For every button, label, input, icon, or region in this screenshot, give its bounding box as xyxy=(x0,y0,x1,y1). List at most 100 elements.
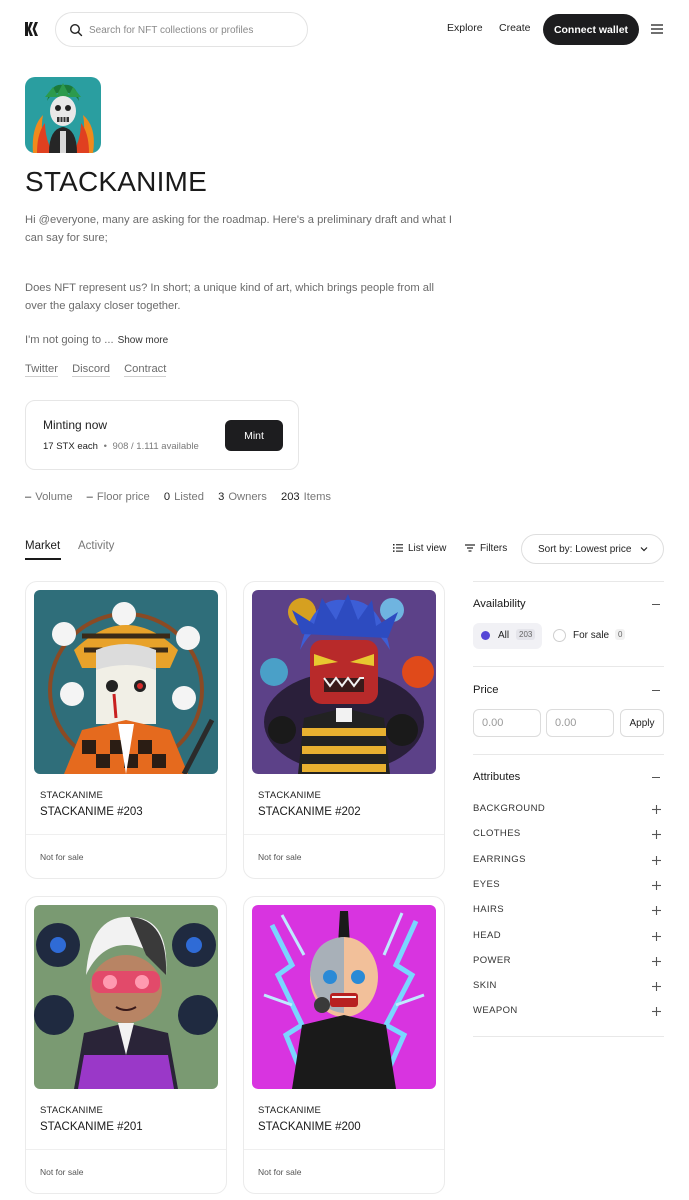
attribute-filter-row[interactable]: HAIRS xyxy=(473,904,664,918)
price-min-input[interactable] xyxy=(473,709,541,737)
availability-for-sale-option[interactable]: For sale 0 xyxy=(553,623,633,649)
connect-wallet-button[interactable]: Connect wallet xyxy=(543,14,639,45)
card-divider xyxy=(244,1149,444,1150)
filter-divider xyxy=(473,754,664,755)
collection-stats: – Volume – Floor price 0 Listed 3 Owners 203… xyxy=(25,491,342,503)
nft-sale-status: Not for sale xyxy=(258,852,302,862)
active-tab-indicator xyxy=(25,558,61,560)
attribute-label: CLOTHES xyxy=(473,828,521,840)
nft-name: STACKANIME #203 xyxy=(40,806,143,818)
top-bar: Explore Create Connect wallet xyxy=(0,0,689,60)
twitter-link[interactable]: Twitter xyxy=(25,363,58,377)
availability-for-sale-label: For sale xyxy=(573,630,610,641)
plus-icon[interactable] xyxy=(652,855,661,865)
minus-icon[interactable] xyxy=(652,690,660,691)
nft-card[interactable]: STACKANIME STACKANIME #200 Not for sale xyxy=(243,896,445,1194)
filter-divider xyxy=(473,581,664,582)
attribute-filter-row[interactable]: POWER xyxy=(473,955,664,969)
stat-floor-price: – Floor price xyxy=(86,491,150,503)
plus-icon[interactable] xyxy=(652,1007,661,1017)
nft-card[interactable]: STACKANIME STACKANIME #203 Not for sale xyxy=(25,581,227,879)
attribute-filter-row[interactable]: EYES xyxy=(473,879,664,893)
attribute-label: SKIN xyxy=(473,980,497,992)
nft-name: STACKANIME #201 xyxy=(40,1121,143,1133)
tab-market[interactable]: Market xyxy=(25,540,60,552)
price-apply-button[interactable]: Apply xyxy=(620,709,664,737)
plus-icon[interactable] xyxy=(652,880,661,890)
nft-collection-name: STACKANIME xyxy=(258,790,322,801)
nft-image xyxy=(34,590,218,774)
attribute-filter-row[interactable]: HEAD xyxy=(473,930,664,944)
logo-icon[interactable] xyxy=(24,21,40,37)
availability-for-sale-count: 0 xyxy=(615,629,626,640)
filters-button[interactable]: Filters xyxy=(465,543,507,554)
mint-title: Minting now xyxy=(43,418,108,432)
attribute-label: EARRINGS xyxy=(473,853,526,865)
nft-image xyxy=(252,590,436,774)
card-divider xyxy=(26,1149,226,1150)
mint-button[interactable]: Mint xyxy=(225,420,283,451)
attribute-filter-row[interactable]: WEAPON xyxy=(473,1005,664,1019)
attribute-label: POWER xyxy=(473,954,511,966)
collection-avatar xyxy=(25,77,101,153)
radio-unselected-icon xyxy=(553,629,566,642)
search-input[interactable] xyxy=(89,21,299,39)
nft-name: STACKANIME #200 xyxy=(258,1121,361,1133)
contract-link[interactable]: Contract xyxy=(124,363,167,377)
search-bar[interactable] xyxy=(55,12,308,47)
list-view-button[interactable]: List view xyxy=(393,543,446,554)
attribute-label: BACKGROUND xyxy=(473,803,546,814)
nav-explore[interactable]: Explore xyxy=(447,22,483,34)
discord-link[interactable]: Discord xyxy=(72,363,110,377)
collection-description-p1: Hi @everyone, many are asking for the ro… xyxy=(25,214,453,244)
collection-title: STACKANIME xyxy=(25,166,207,197)
price-max-input[interactable] xyxy=(546,709,614,737)
filter-divider xyxy=(473,666,664,667)
search-icon xyxy=(69,23,83,37)
nft-sale-status: Not for sale xyxy=(40,852,84,862)
plus-icon[interactable] xyxy=(652,830,661,840)
tab-activity[interactable]: Activity xyxy=(78,540,114,552)
attribute-filter-row[interactable]: BACKGROUND xyxy=(473,803,664,817)
show-more-link[interactable]: Show more xyxy=(118,335,169,346)
plus-icon[interactable] xyxy=(652,982,661,992)
minus-icon[interactable] xyxy=(652,604,660,605)
price-heading[interactable]: Price xyxy=(473,684,499,696)
mint-details: 17 STX each • 908 / 1.111 available xyxy=(43,441,199,452)
attribute-label: HEAD xyxy=(473,929,501,941)
radio-selected-icon xyxy=(481,631,490,640)
social-links: Twitter Discord Contract xyxy=(25,363,177,377)
nft-card[interactable]: STACKANIME STACKANIME #202 Not for sale xyxy=(243,581,445,879)
nav-create[interactable]: Create xyxy=(499,22,531,34)
card-divider xyxy=(244,834,444,835)
nft-sale-status: Not for sale xyxy=(258,1167,302,1177)
plus-icon[interactable] xyxy=(652,906,661,916)
plus-icon[interactable] xyxy=(652,931,661,941)
attribute-label: HAIRS xyxy=(473,904,505,916)
stat-items: 203 Items xyxy=(280,491,331,503)
description-truncated: I'm not going to ... xyxy=(25,334,114,346)
attributes-heading[interactable]: Attributes xyxy=(473,771,520,783)
filter-icon xyxy=(465,544,475,552)
stat-listed: 0 Listed xyxy=(163,491,204,503)
nft-card[interactable]: STACKANIME STACKANIME #201 Not for sale xyxy=(25,896,227,1194)
nft-collection-name: STACKANIME xyxy=(258,1105,322,1116)
stat-volume: – Volume xyxy=(25,491,73,503)
collection-description-p2: Does NFT represent us? In short; a uniqu… xyxy=(25,282,434,312)
nft-image xyxy=(34,905,218,1089)
collection-description-p3: I'm not going to ... Show more xyxy=(25,332,455,350)
mint-price: 17 STX each xyxy=(43,441,98,452)
card-divider xyxy=(26,834,226,835)
plus-icon[interactable] xyxy=(652,805,661,814)
attribute-filter-row[interactable]: EARRINGS xyxy=(473,854,664,868)
nft-collection-name: STACKANIME xyxy=(40,1105,104,1116)
attribute-filter-row[interactable]: SKIN xyxy=(473,980,664,994)
attribute-filter-row[interactable]: CLOTHES xyxy=(473,828,664,842)
availability-heading[interactable]: Availability xyxy=(473,598,526,610)
minus-icon[interactable] xyxy=(652,777,660,778)
availability-all-option[interactable]: All 203 xyxy=(473,623,542,649)
sort-label: Sort by: Lowest price xyxy=(538,543,632,555)
plus-icon[interactable] xyxy=(652,956,661,966)
menu-icon[interactable] xyxy=(651,24,663,34)
sort-dropdown[interactable]: Sort by: Lowest price xyxy=(521,534,664,564)
